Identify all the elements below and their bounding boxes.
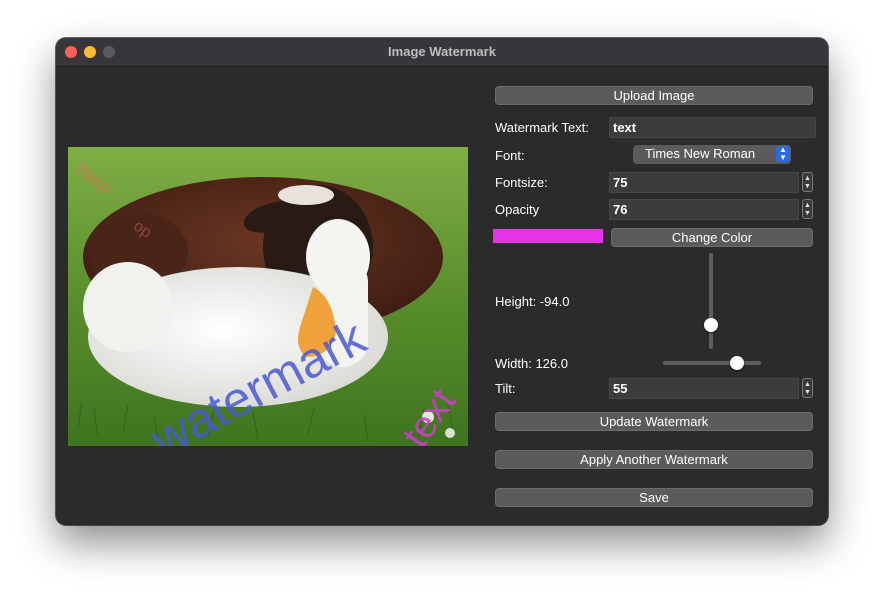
opacity-label: Opacity [495, 202, 540, 217]
tilt-stepper[interactable]: ▲ ▼ [802, 378, 813, 398]
height-label: Height: -94.0 [495, 294, 570, 309]
height-slider-track[interactable] [709, 253, 713, 349]
image-preview: New op watermark text [68, 147, 468, 446]
width-slider-track[interactable] [663, 361, 761, 365]
font-select[interactable]: Times New Roman ▲ ▼ [633, 145, 791, 164]
tilt-label: Tilt: [495, 381, 516, 396]
fontsize-input[interactable]: 75 [609, 172, 799, 193]
font-select-value: Times New Roman [645, 146, 756, 161]
save-button[interactable]: Save [495, 488, 813, 507]
stepper-up-icon: ▲ [804, 202, 811, 209]
change-color-button[interactable]: Change Color [611, 228, 813, 247]
window-title: Image Watermark [388, 44, 496, 59]
update-watermark-button[interactable]: Update Watermark [495, 412, 813, 431]
upload-image-button[interactable]: Upload Image [495, 86, 813, 105]
fontsize-stepper[interactable]: ▲ ▼ [802, 172, 813, 192]
width-slider-thumb[interactable] [730, 356, 744, 370]
width-label: Width: 126.0 [495, 356, 568, 371]
app-window: Image Watermark New op watermark text Up… [56, 38, 828, 525]
height-slider-thumb[interactable] [704, 318, 718, 332]
fontsize-label: Fontsize: [495, 175, 548, 190]
title-bar: Image Watermark [56, 38, 828, 67]
tilt-input[interactable]: 55 [609, 378, 799, 399]
opacity-input[interactable]: 76 [609, 199, 799, 220]
watermark-text-label: Watermark Text: [495, 120, 589, 135]
stepper-down-icon: ▼ [804, 210, 811, 217]
stepper-down-icon: ▼ [804, 389, 811, 396]
chevron-updown-icon: ▲ ▼ [776, 146, 790, 162]
apply-another-watermark-button[interactable]: Apply Another Watermark [495, 450, 813, 469]
stepper-down-icon: ▼ [804, 183, 811, 190]
preview-image: New op watermark text [68, 147, 468, 446]
watermark-text-input[interactable]: text [609, 117, 816, 138]
font-label: Font: [495, 148, 525, 163]
opacity-stepper[interactable]: ▲ ▼ [802, 199, 813, 219]
stepper-up-icon: ▲ [804, 175, 811, 182]
color-swatch [493, 229, 603, 243]
stepper-up-icon: ▲ [804, 381, 811, 388]
